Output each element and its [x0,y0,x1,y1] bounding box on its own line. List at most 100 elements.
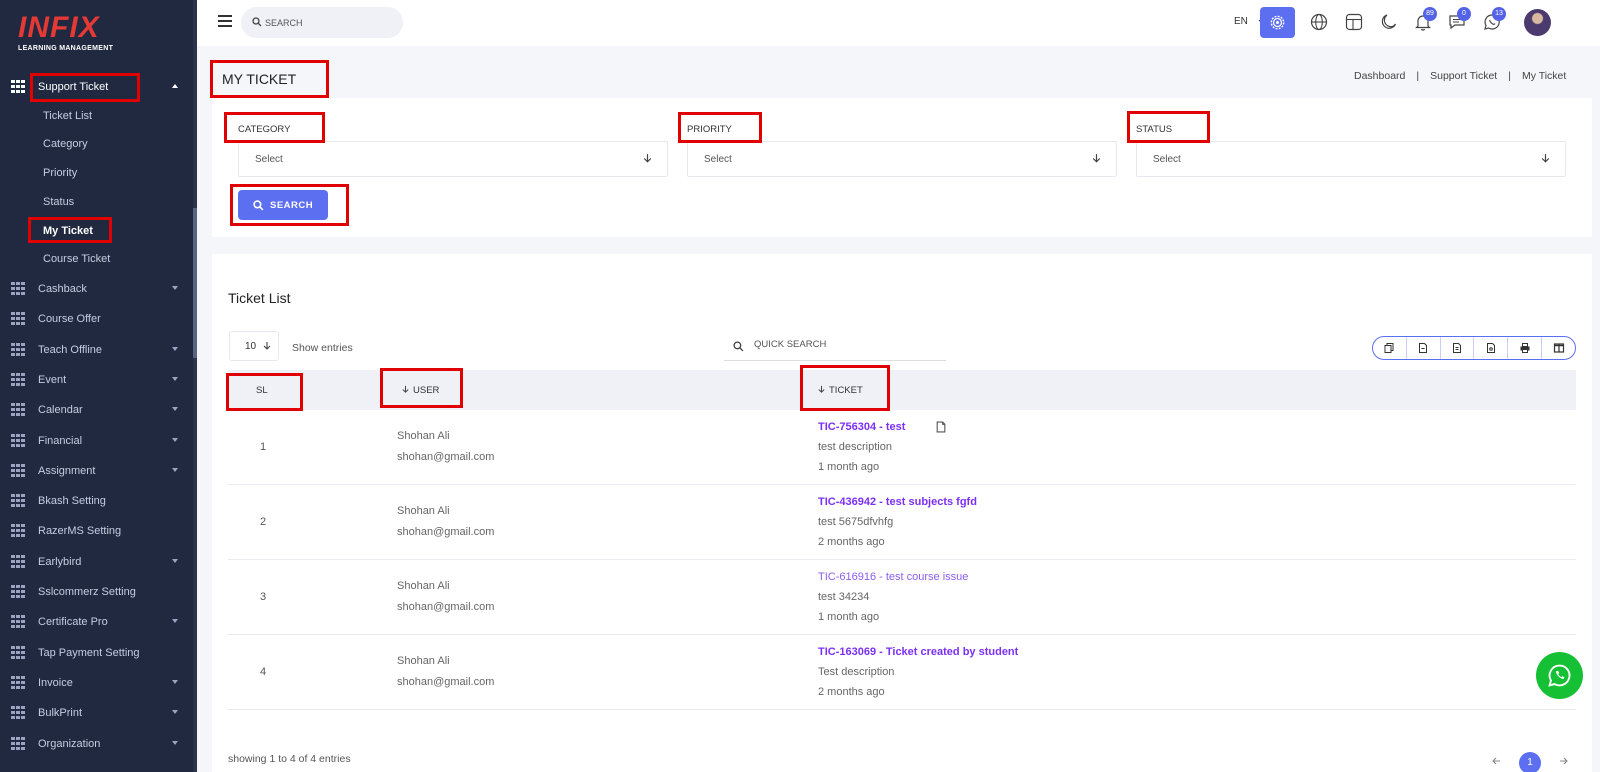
priority-select[interactable]: Select [687,141,1117,177]
sidebar-sub-category[interactable]: Category [43,136,88,152]
sidebar-item-assignment[interactable]: Assignment [0,456,193,486]
sidebar-sub-priority[interactable]: Priority [43,165,77,181]
search-icon [733,341,744,352]
notification-badge: 89 [1423,7,1437,21]
prev-page-button[interactable] [1485,752,1507,772]
entries-value: 10 [245,341,257,352]
ticket-link[interactable]: TIC-163069 - Ticket created by student [818,646,1018,658]
moon-icon[interactable] [1380,13,1398,31]
ticket-link[interactable]: TIC-756304 - test [818,421,905,433]
menu-icon[interactable] [218,15,232,27]
ticket-description: test 5675dfvhfg [818,516,894,528]
sidebar-item-label: Cashback [38,283,87,295]
column-user[interactable]: USER [401,385,439,396]
column-ticket-label: TICKET [829,385,863,396]
sidebar-sub-status[interactable]: Status [43,194,74,210]
ticket-link[interactable]: TIC-616916 - test course issue [818,571,968,583]
pdf-button[interactable] [1474,337,1509,359]
page-title: MY TICKET [222,71,297,87]
status-select[interactable]: Select [1136,141,1566,177]
sidebar-item-tap-payment-setting[interactable]: Tap Payment Setting [0,638,193,668]
sort-arrow-icon [402,385,409,393]
column-sl[interactable]: SL [256,385,268,396]
avatar[interactable] [1524,9,1551,36]
arrow-down-icon [643,154,652,163]
sidebar-item-label: Earlybird [38,555,82,568]
sidebar-item-invoice[interactable]: Invoice [0,668,193,698]
quick-search-input[interactable] [754,339,934,350]
sidebar: INFIX LEARNING MANAGEMENT Support Ticket… [0,0,197,772]
sidebar-item-calendar[interactable]: Calendar [0,395,193,425]
logo-text: INFIX [18,11,100,44]
sidebar-item-label: Course Offer [38,313,101,326]
chevron-down-icon [172,437,178,442]
attachment-file-icon[interactable] [936,421,946,433]
category-select[interactable]: Select [238,141,668,177]
ticket-time: 2 months ago [818,536,885,548]
quick-search[interactable] [724,332,946,361]
sidebar-item-course-offer[interactable]: Course Offer [0,304,193,334]
infix-logo[interactable]: INFIX LEARNING MANAGEMENT [18,12,138,58]
sidebar-item-cashback[interactable]: Cashback [0,274,193,304]
csv-button[interactable] [1407,337,1441,359]
settings-button[interactable] [1260,7,1295,38]
sidebar-item-bkash-setting[interactable]: Bkash Setting [0,486,193,516]
chevron-down-icon [172,710,178,715]
logo-subtitle: LEARNING MANAGEMENT [18,45,114,52]
columns-icon [1553,343,1564,353]
entries-select[interactable]: 10 [229,331,279,361]
sidebar-sub-my-ticket[interactable]: My Ticket [43,223,93,239]
sidebar-scrollbar-thumb[interactable] [193,208,197,358]
globe-icon[interactable] [1310,13,1328,31]
search-button[interactable]: SEARCH [238,190,328,220]
excel-button[interactable] [1441,337,1475,359]
export-toolbar [1372,336,1576,360]
arrow-down-icon [1541,154,1550,163]
chevron-down-icon [172,376,178,381]
page-1-button[interactable]: 1 [1519,752,1541,772]
sidebar-item-label: BulkPrint [38,707,83,720]
ticket-link[interactable]: TIC-436942 - test subjects fgfd [818,496,977,508]
sidebar-item-razerms-setting[interactable]: RazerMS Setting [0,516,193,546]
top-search-input[interactable] [265,15,395,30]
chevron-down-icon [172,467,178,472]
layout-icon[interactable] [1345,13,1363,31]
grid-icon [11,342,25,356]
sidebar-item-financial[interactable]: Financial [0,426,193,456]
arrow-down-icon [263,342,271,350]
sidebar-group-support-ticket[interactable]: Support Ticket [0,72,193,102]
sidebar-item-label: Assignment [38,464,96,477]
ticket-description: test 34234 [818,591,870,603]
sidebar-item-event[interactable]: Event [0,365,193,395]
sidebar-item-sslcommerz-setting[interactable]: Sslcommerz Setting [0,577,193,607]
print-button[interactable] [1508,337,1543,359]
chevron-down-icon [172,740,178,745]
sidebar-item-bulkprint[interactable]: BulkPrint [0,698,193,728]
chevron-down-icon [172,407,178,412]
whatsapp-button[interactable] [1536,652,1583,699]
copy-button[interactable] [1373,337,1407,359]
breadcrumb: Dashboard | Support Ticket | My Ticket [1354,70,1567,82]
user-name: Shohan Ali [397,505,450,517]
sidebar-item-certificate-pro[interactable]: Certificate Pro [0,607,193,637]
user-email: shohan@gmail.com [397,526,495,538]
sidebar-item-label: Sslcommerz Setting [38,586,136,598]
sidebar-item-earlybird[interactable]: Earlybird [0,547,193,577]
sidebar-item-organization[interactable]: Organization [0,729,193,759]
sidebar-item-teach-offline[interactable]: Teach Offline [0,335,193,365]
sidebar-sub-ticket-list[interactable]: Ticket List [43,108,92,124]
breadcrumb-support-ticket[interactable]: Support Ticket [1430,70,1497,82]
show-entries-label: Show entries [292,342,353,354]
columns-button[interactable] [1542,337,1575,359]
pdf-file-icon [1486,343,1495,353]
sidebar-item-label: Tap Payment Setting [38,646,140,659]
sidebar-sub-course-ticket[interactable]: Course Ticket [43,251,110,267]
column-ticket[interactable]: TICKET [817,385,863,396]
user-name: Shohan Ali [397,430,450,442]
next-page-button[interactable] [1553,752,1575,772]
table-row: 1 Shohan Ali shohan@gmail.com TIC-756304 - … [228,410,1576,485]
status-label: STATUS [1136,124,1173,135]
breadcrumb-dashboard[interactable]: Dashboard [1354,70,1405,82]
copy-icon [1384,343,1394,353]
top-search-box[interactable] [241,7,403,38]
